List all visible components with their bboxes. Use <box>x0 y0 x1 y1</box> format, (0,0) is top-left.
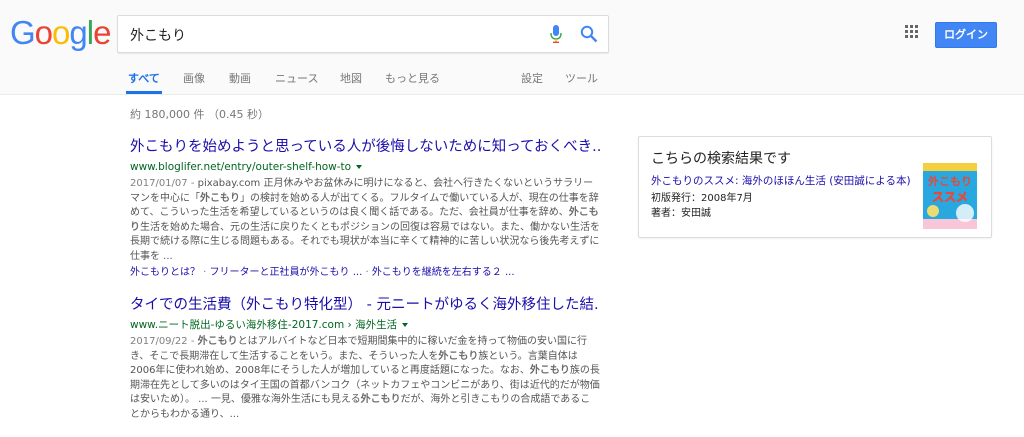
snippet-highlight: 外こもり <box>438 350 479 362</box>
tab-maps[interactable]: 地図 <box>340 70 362 86</box>
book-cover-title-line2: ススメ <box>932 190 968 204</box>
logo-letter: o <box>52 14 70 51</box>
search-result: 外こもりを始めようと思っている人が後悔しないために知っておくべき... www.… <box>130 138 600 280</box>
tab-settings[interactable]: 設定 <box>521 70 543 86</box>
snippet-highlight: 外こもり <box>529 365 570 376</box>
knowledge-panel: こちらの検索結果です 外こもりのススメ: 海外のほほん生活 (安田誠による本) … <box>638 136 992 238</box>
snippet-highlight: 外こもり <box>200 192 240 204</box>
published-label: 初版発行： <box>651 193 701 204</box>
result-snippet: 2017/09/22 - 外こもりとはアルバイトなど日本で短期間集中的に稼いだ金… <box>130 335 600 422</box>
book-cover-image[interactable]: 外こもり ススメ <box>923 163 977 229</box>
result-title-link[interactable]: タイでの生活費（外こもり特化型） - 元ニートがゆるく海外移住した結... <box>130 296 600 315</box>
result-snippet: 2017/01/07 - pixabay.com 正月休みやお盆休みに明けになる… <box>130 177 600 264</box>
author-value: 安田誠 <box>681 208 711 219</box>
logo-letter: o <box>34 14 53 51</box>
snippet-highlight: 外こもり <box>197 336 238 347</box>
tab-news[interactable]: ニュース <box>275 70 318 86</box>
tab-tools[interactable]: ツール <box>565 70 598 86</box>
result-stats: 約 180,000 件 （0.45 秒） <box>130 108 269 121</box>
author-label: 著者： <box>651 208 681 219</box>
published-value: 2008年7月 <box>701 193 753 204</box>
login-button[interactable]: ログイン <box>935 22 997 48</box>
microphone-icon[interactable] <box>550 25 562 43</box>
tab-videos[interactable]: 動画 <box>229 70 251 86</box>
logo-letter: g <box>69 14 87 51</box>
sitelink[interactable]: フリーターと正社員が外こもり ... <box>210 267 363 278</box>
search-box[interactable] <box>117 15 609 53</box>
dropdown-arrow-icon[interactable] <box>402 323 409 327</box>
result-date: 2017/01/07 - <box>130 178 198 189</box>
apps-grid-icon[interactable] <box>905 25 919 39</box>
result-url: www.bloglifer.net/entry/outer-shelf-how-… <box>130 160 600 175</box>
result-url-text: www.bloglifer.net/entry/outer-shelf-how-… <box>130 161 352 173</box>
result-url-text: www.ニート脱出-ゆるい海外移住-2017.com › 海外生活 <box>130 319 398 331</box>
result-date: 2017/09/22 - <box>130 336 198 347</box>
tab-images[interactable]: 画像 <box>183 70 205 86</box>
logo-letter: e <box>93 14 111 51</box>
logo-letter: G <box>10 14 36 51</box>
search-icon[interactable] <box>580 25 598 43</box>
published-date: 初版発行：2008年7月 <box>651 189 753 204</box>
result-url: www.ニート脱出-ゆるい海外移住-2017.com › 海外生活 <box>130 318 600 333</box>
book-title-link[interactable]: 外こもりのススメ: 海外のほほん生活 (安田誠による本) <box>651 173 911 188</box>
search-result: タイでの生活費（外こもり特化型） - 元ニートがゆるく海外移住した結... ww… <box>130 296 600 422</box>
google-logo[interactable]: Google <box>10 14 111 51</box>
search-input[interactable] <box>128 23 532 47</box>
author: 著者：安田誠 <box>651 204 711 219</box>
dropdown-arrow-icon[interactable] <box>356 165 363 169</box>
snippet-text: 生活を始めた場合、元の生活に戻りたくともポジションの回復は容易ではない。また、働… <box>130 221 600 262</box>
tab-all[interactable]: すべて <box>126 70 162 94</box>
header-bar: Google ログイン すべて 画像 動画 ニュース 地図 もっと見る 設定 ツ… <box>0 0 1024 95</box>
result-title-link[interactable]: 外こもりを始めようと思っている人が後悔しないために知っておくべき... <box>130 138 600 157</box>
sitelink[interactable]: 外こもりを継続を左右する２ ... <box>372 267 515 278</box>
knowledge-panel-heading: こちらの検索結果です <box>651 151 791 167</box>
sitelinks: 外こもりとは？ · フリーターと正社員が外こもり ... · 外こもりを継続を左… <box>130 267 515 278</box>
book-cover-title-line1: 外こもり <box>927 174 972 188</box>
snippet-highlight: 外こもり <box>360 394 401 405</box>
tab-more[interactable]: もっと見る <box>385 70 440 86</box>
sitelink[interactable]: 外こもりとは？ <box>130 267 200 278</box>
